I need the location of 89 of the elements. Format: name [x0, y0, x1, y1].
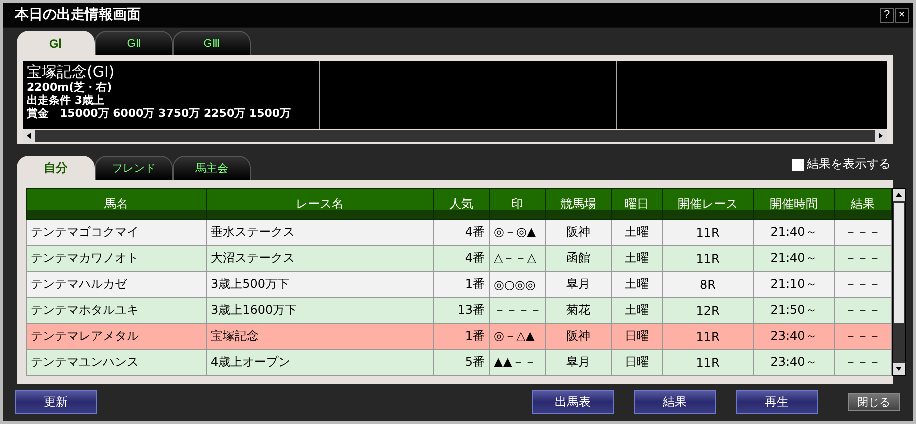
- table-cell: ◎－△▲: [490, 324, 546, 350]
- table-cell: 土曜: [612, 220, 662, 246]
- replay-button[interactable]: 再生: [736, 390, 818, 414]
- table-cell: 日曜: [612, 350, 662, 376]
- table-cell: ◎○◎◎: [490, 272, 546, 298]
- close-window-button[interactable]: 閉じる: [848, 393, 900, 411]
- grade-tab[interactable]: GⅠ: [17, 31, 95, 55]
- race-name: 宝塚記念(GⅠ): [27, 63, 116, 81]
- table-cell: －－－－: [490, 298, 546, 324]
- table-cell: テンテマレアメタル: [26, 324, 206, 350]
- results-button[interactable]: 結果: [634, 390, 716, 414]
- scroll-right-icon[interactable]: [875, 130, 887, 142]
- window-title: 本日の出走情報画面: [15, 6, 141, 24]
- table-cell: 4番: [434, 220, 490, 246]
- scroll-up-icon[interactable]: [893, 189, 905, 201]
- table-cell: 日曜: [612, 324, 662, 350]
- column-header: 人気: [434, 188, 490, 220]
- table-cell: 8R: [662, 272, 754, 298]
- race-prize: 賞金 15000万 6000万 3750万 2250万 1500万: [27, 107, 292, 120]
- table-cell: 21:40～: [754, 220, 834, 246]
- table-cell: 5番: [434, 350, 490, 376]
- table-cell: 3歳上500万下: [206, 272, 434, 298]
- table-cell: 3歳上1600万下: [206, 298, 434, 324]
- vertical-scrollbar[interactable]: [892, 188, 906, 376]
- table-cell: 23:40～: [754, 350, 834, 376]
- column-header: 開催レース: [662, 188, 754, 220]
- table-cell: 21:40～: [754, 246, 834, 272]
- column-header: 馬名: [26, 188, 206, 220]
- table-cell: 11R: [662, 220, 754, 246]
- table-cell: 1番: [434, 272, 490, 298]
- table-cell: 阪神: [546, 324, 612, 350]
- scroll-down-icon[interactable]: [893, 363, 905, 375]
- group-tab[interactable]: フレンド: [95, 156, 173, 180]
- table-cell: 13番: [434, 298, 490, 324]
- table-cell: ▲▲－－: [490, 350, 546, 376]
- table-cell: テンテマゴコクマイ: [26, 220, 206, 246]
- column-header: レース名: [206, 188, 434, 220]
- table-cell: 21:10～: [754, 272, 834, 298]
- column-header: 開催時間: [754, 188, 834, 220]
- table-cell: △－－△: [490, 246, 546, 272]
- table-cell: 菊花: [546, 298, 612, 324]
- table-cell: 1番: [434, 324, 490, 350]
- table-cell: 皐月: [546, 272, 612, 298]
- table-cell: テンテマカワノオト: [26, 246, 206, 272]
- table-cell: 阪神: [546, 220, 612, 246]
- table-cell: テンテマホタルユキ: [26, 298, 206, 324]
- table-cell: 宝塚記念: [206, 324, 434, 350]
- help-button[interactable]: ?: [880, 8, 894, 22]
- table-cell: －－－: [834, 246, 892, 272]
- table-cell: 21:50～: [754, 298, 834, 324]
- table-cell: 皐月: [546, 350, 612, 376]
- table-cell: －－－: [834, 350, 892, 376]
- table-cell: 土曜: [612, 272, 662, 298]
- table-cell: 函館: [546, 246, 612, 272]
- group-tab[interactable]: 馬主会: [173, 156, 251, 180]
- table-cell: 4番: [434, 246, 490, 272]
- table-cell: 23:40～: [754, 324, 834, 350]
- refresh-button[interactable]: 更新: [15, 390, 97, 414]
- table-cell: 4歳上オープン: [206, 350, 434, 376]
- table-cell: 12R: [662, 298, 754, 324]
- column-header: 印: [490, 188, 546, 220]
- horizontal-scrollbar[interactable]: [23, 130, 887, 142]
- table-cell: 11R: [662, 350, 754, 376]
- table-cell: テンテマユンハンス: [26, 350, 206, 376]
- column-header: 結果: [834, 188, 892, 220]
- table-cell: テンテマハルカゼ: [26, 272, 206, 298]
- table-cell: 垂水ステークス: [206, 220, 434, 246]
- close-button[interactable]: ×: [895, 8, 909, 22]
- checkbox[interactable]: [792, 158, 804, 170]
- entries-button[interactable]: 出馬表: [532, 390, 614, 414]
- grade-tab[interactable]: GⅡ: [95, 31, 173, 55]
- table-cell: －－－: [834, 272, 892, 298]
- column-header: 競馬場: [546, 188, 612, 220]
- table-cell: ◎－◎▲: [490, 220, 546, 246]
- table-cell: 11R: [662, 324, 754, 350]
- table-cell: －－－: [834, 298, 892, 324]
- table-cell: 土曜: [612, 298, 662, 324]
- group-tab[interactable]: 自分: [17, 156, 95, 180]
- table-cell: 土曜: [612, 246, 662, 272]
- race-distance: 2200m(芝・右): [27, 81, 114, 94]
- column-header: 曜日: [612, 188, 662, 220]
- race-condition: 出走条件 3歳上: [27, 94, 106, 107]
- table-cell: 11R: [662, 246, 754, 272]
- table-cell: 大沼ステークス: [206, 246, 434, 272]
- scroll-left-icon[interactable]: [23, 130, 35, 142]
- table-cell: －－－: [834, 220, 892, 246]
- table-cell: －－－: [834, 324, 892, 350]
- checkbox-label: 結果を表示する: [807, 156, 891, 173]
- grade-tab[interactable]: GⅢ: [173, 31, 251, 55]
